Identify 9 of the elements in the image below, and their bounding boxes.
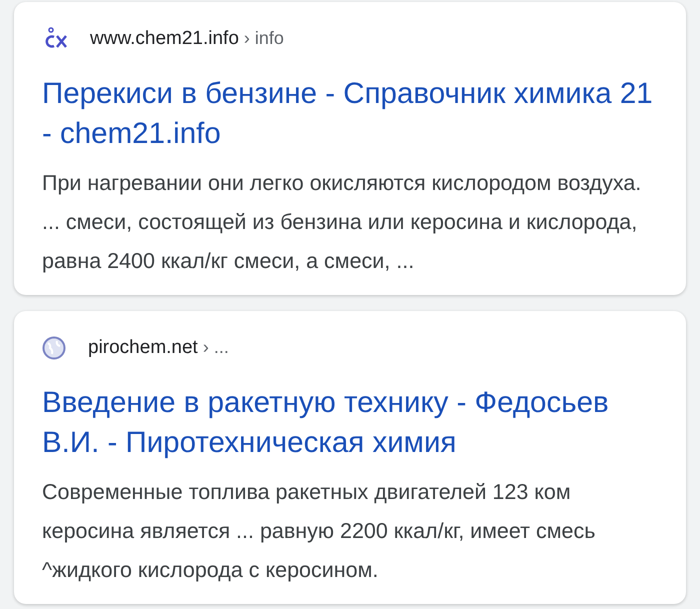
result-title-link[interactable]: Введение в ракетную технику - Федосьев В.И. - Пиротехническая химия (42, 383, 658, 463)
breadcrumb-path: › ... (202, 336, 229, 359)
globe-icon (42, 336, 66, 360)
result-snippet: При нагревании они легко окисляются кислородом воздуха. ... смеси, состоящей из бензина или керосина и кислорода, равна 2400 ккал/кг смеси, а смеси, ... (42, 170, 642, 275)
result-snippet: Современные топлива ракетных двигателей 123 ком керосина является ... равную 2200 ккал/кг, имеет смесь ^жидкого кислорода с керосином. (42, 479, 596, 584)
result-title-link[interactable]: Перекиси в бензине - Справочник химика 21 - chem21.info (42, 74, 658, 154)
site-url[interactable]: www.chem21.info (90, 24, 239, 54)
breadcrumb-path: › info (244, 26, 284, 50)
site-url[interactable]: pirochem.net (88, 334, 198, 362)
